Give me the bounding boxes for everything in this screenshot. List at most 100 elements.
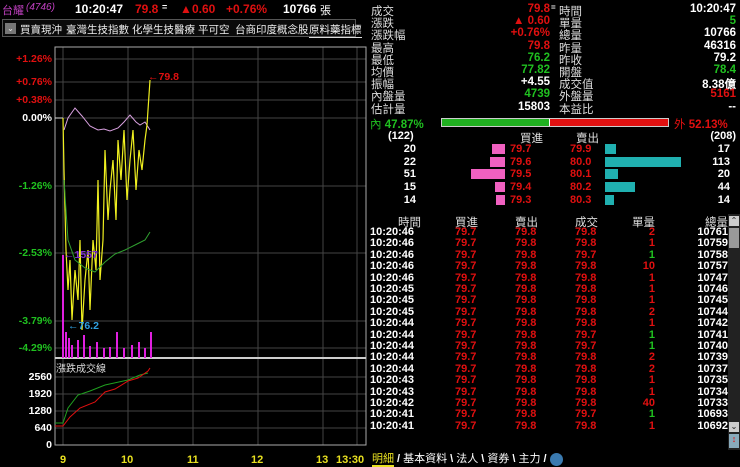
trade-cell: 79.7 [575,408,597,421]
tab-detail[interactable]: 明細 [372,453,394,467]
tab-group[interactable]: 化學生技醫療 [132,22,195,37]
trade-row[interactable]: 10:20:41 79.7 79.8 79.7 1 10693 [370,408,730,420]
grid [55,47,366,445]
trade-row[interactable]: 10:20:41 79.7 79.8 79.8 1 10692 [370,420,730,432]
bottom-tabs: 明細 / 基本資料 \ 法人 \ 資券 \ 主力 / [372,450,566,467]
refresh-icon[interactable] [549,452,563,466]
ask-qty: 44 [717,181,730,194]
scroll-thumb[interactable] [729,228,739,248]
trade-cell: 79.8 [515,294,537,307]
sub-y-label: 1920 [28,388,52,400]
trade-cell: 1 [648,317,655,330]
scrollbar[interactable]: ⌃ ⌄ ↕ [728,214,740,450]
scroll-top-icon[interactable]: ↕ [729,434,739,448]
stat-value: 79.8 [527,39,550,52]
trade-cell: 10 [642,260,655,273]
trade-cell: 10739 [697,351,728,364]
trade-row[interactable]: 10:20:43 79.7 79.8 79.8 1 10734 [370,386,730,398]
tab-basic-info[interactable]: 基本資料 [403,453,447,465]
tab-institutional[interactable]: 法人 [456,453,478,465]
trade-cell: 10746 [697,283,728,295]
trade-row[interactable]: 10:20:43 79.7 79.8 79.8 1 10735 [370,374,730,386]
chevron-down-icon[interactable]: ⌄ [5,23,16,34]
change-arrow-icon: ▲ [180,2,192,16]
ratio-bar-inner [442,119,551,126]
trade-cell: 79.8 [575,397,597,409]
trade-row[interactable]: 10:20:44 79.7 79.8 79.8 1 10742 [370,317,730,329]
trade-row[interactable]: 10:20:45 79.7 79.8 79.8 1 10746 [370,283,730,295]
order-book-row[interactable]: 20 79.7 79.9 17 [370,143,730,155]
x-label: 9 [60,454,67,466]
trade-row[interactable]: 10:20:44 79.7 79.8 79.7 1 10740 [370,340,730,352]
trade-row[interactable]: 10:20:44 79.7 79.8 79.8 2 10739 [370,351,730,363]
ask-price[interactable]: 80.2 [570,181,600,193]
order-book-row[interactable]: 14 79.3 80.3 14 [370,194,730,206]
trade-row[interactable]: 10:20:46 79.7 79.8 79.8 1 10747 [370,272,730,284]
trade-row[interactable]: 10:20:46 79.7 79.8 79.7 1 10758 [370,249,730,261]
trade-row[interactable]: 10:20:45 79.7 79.8 79.8 2 10744 [370,306,730,318]
sub-green-line [55,372,149,424]
trade-row[interactable]: 10:20:46 79.7 79.8 79.8 2 10761 [370,226,730,238]
trade-row[interactable]: 10:20:45 79.7 79.8 79.8 1 10745 [370,294,730,306]
trade-cell: 79.8 [515,305,537,318]
trade-header: 時間 買進 賣出 成交 單量 總量 [370,214,730,229]
order-book-row[interactable]: 51 79.5 80.1 20 [370,168,730,180]
trade-cell: 79.7 [455,408,477,421]
y-label: -4.29% [18,342,52,354]
trade-cell: 79.7 [455,340,477,352]
trade-row[interactable]: 10:20:46 79.7 79.8 79.8 10 10757 [370,260,730,272]
trade-cell: 79.7 [455,397,477,409]
stock-code: (4746) [26,2,55,13]
stock-name[interactable]: 台耀 [2,2,24,18]
ask-price[interactable]: 80.3 [570,194,600,206]
tab-group[interactable]: 買賣現沖 [20,22,62,37]
ask-price[interactable]: 80.0 [570,156,600,168]
trade-cell: 79.8 [515,271,537,284]
tab-main-force[interactable]: 主力 [519,453,541,465]
ask-bar [605,156,681,167]
volume-marker: ←1557 [64,249,98,261]
trade-cell: 1 [648,419,655,432]
bid-bar [491,144,505,154]
trade-cell: 79.8 [575,351,597,364]
scroll-down-icon[interactable]: ⌄ [729,422,739,432]
trade-row[interactable]: 10:20:46 79.7 79.8 79.8 1 10759 [370,237,730,249]
trade-cell: 79.7 [455,237,477,250]
bid-price[interactable]: 79.3 [510,194,540,206]
ask-price[interactable]: 80.1 [570,168,600,180]
x-label: 13 [316,454,329,466]
trade-cell: 10:20:41 [370,408,415,421]
trade-cell: 79.7 [455,362,477,375]
trade-cell: 79.7 [575,328,597,341]
trade-cell: 79.7 [455,351,477,364]
ask-price[interactable]: 79.9 [570,143,600,155]
trade-row[interactable]: 10:20:44 79.7 79.8 79.8 2 10737 [370,363,730,375]
tab-group[interactable]: 台商印度概念股 [235,22,309,37]
bid-price[interactable]: 79.4 [510,181,540,193]
trade-cell: 10734 [697,385,728,398]
tab-margin[interactable]: 資券 [487,453,509,465]
trade-cell: 79.7 [455,328,477,341]
tab-group[interactable]: 臺灣生技指數 [66,22,129,37]
stat-value: 5 [729,15,736,28]
quote-header: 台耀 (4746) 10:20:47 79.8 = ▲ 0.60 +0.76% … [0,0,368,18]
order-book-row[interactable]: 22 79.6 80.0 113 [370,156,730,168]
trade-cell: 2 [648,351,655,364]
trade-cell: 10741 [697,328,728,341]
trade-row[interactable]: 10:20:42 79.7 79.8 79.8 40 10733 [370,397,730,409]
trade-cell: 10:20:41 [370,419,415,432]
trade-cell: 79.7 [575,248,597,261]
trade-cell: 79.7 [455,317,477,330]
scroll-up-icon[interactable]: ⌃ [729,216,739,226]
order-book-row[interactable]: 15 79.4 80.2 44 [370,181,730,193]
trade-row[interactable]: 10:20:44 79.7 79.8 79.7 1 10741 [370,329,730,341]
bid-price[interactable]: 79.6 [510,156,540,168]
bid-price[interactable]: 79.7 [510,143,540,155]
tab-group[interactable]: 平可空 [198,22,230,37]
trade-cell: 79.8 [575,419,597,432]
sub-y-label: 2560 [28,371,52,383]
tab-group-active[interactable]: 原料藥指標 [309,22,362,38]
header-time: 10:20:47 [75,2,124,16]
trade-cell: 1 [648,408,655,421]
bid-price[interactable]: 79.5 [510,168,540,180]
